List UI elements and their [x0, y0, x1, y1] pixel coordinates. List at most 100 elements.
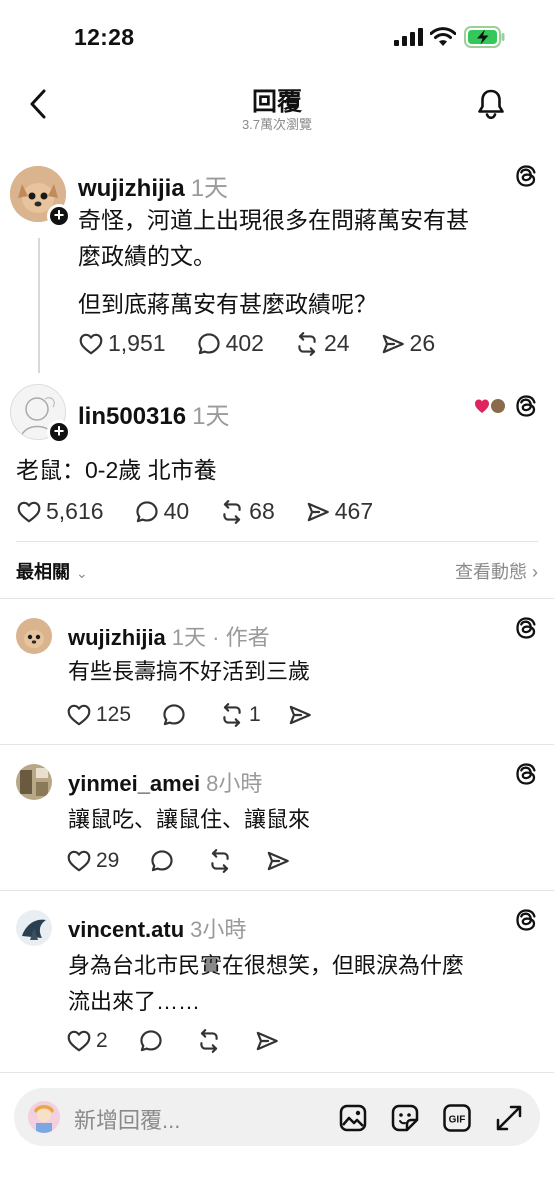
post-time: 1天 — [190, 175, 229, 202]
repost-button[interactable] — [196, 1028, 226, 1054]
repost-button[interactable]: 24 — [294, 330, 350, 357]
share-button[interactable] — [265, 848, 295, 874]
share-icon — [305, 499, 331, 525]
comment-author[interactable]: vincent.atu 3小時 — [68, 912, 246, 944]
post-time: 1天 — [192, 403, 230, 430]
username[interactable]: wujizhijia — [68, 625, 166, 650]
activity-label: 查看動態 — [454, 562, 527, 582]
user-avatar-icon — [28, 1101, 60, 1133]
sort-label: 最相關 — [16, 562, 70, 582]
repost-icon — [219, 499, 245, 525]
username[interactable]: wujizhijia — [78, 175, 185, 202]
gif-icon[interactable]: GIF — [442, 1103, 472, 1133]
comment-item: vincent.atu 3小時 身為台北市民實在很想笑，但眼淚為什麼 流出來了……… — [0, 898, 554, 1068]
heart-icon — [78, 331, 104, 357]
like-button[interactable]: 2 — [66, 1028, 108, 1054]
share-button[interactable]: 467 — [305, 498, 373, 525]
svg-text:GIF: GIF — [449, 1115, 466, 1126]
like-button[interactable]: 1,951 — [78, 330, 166, 357]
comment-author[interactable]: yinmei_amei 8小時 — [68, 766, 262, 798]
comment-button[interactable]: 402 — [196, 330, 264, 357]
comment-icon — [196, 331, 222, 357]
like-count: 29 — [96, 849, 120, 872]
top-nav: 回覆 3.7萬次瀏覽 — [0, 76, 554, 136]
username[interactable]: lin500316 — [78, 403, 186, 430]
avatar[interactable] — [16, 618, 52, 654]
follow-plus-button[interactable]: + — [47, 204, 71, 228]
repost-button[interactable]: 68 — [219, 498, 275, 525]
like-button[interactable]: 125 — [66, 702, 131, 728]
comment-count: 40 — [163, 498, 190, 524]
comment-text: 有些長壽搞不好活到三歲 — [68, 659, 311, 684]
username[interactable]: vincent.atu — [68, 917, 184, 942]
divider — [16, 541, 538, 542]
post-text-line: 但到底蔣萬安有甚麼政績呢？ — [78, 291, 377, 317]
reply-input-placeholder[interactable]: 新增回覆... — [74, 1103, 180, 1135]
comment-button[interactable]: 40 — [134, 498, 190, 525]
comment-text-line: 流出來了…… — [68, 989, 201, 1014]
repost-icon — [294, 331, 320, 357]
repost-count: 1 — [249, 703, 261, 726]
chevron-down-icon: ⌄ — [76, 565, 88, 581]
reply-author[interactable]: lin500316 1天 — [78, 396, 229, 431]
comment-icon — [161, 702, 187, 728]
repost-count: 68 — [249, 498, 275, 524]
chevron-right-icon: › — [532, 562, 538, 582]
comment-item: wujizhijia 1天 · 作者 有些長壽搞不好活到三歲 125 1 — [0, 606, 554, 744]
threads-logo-icon — [514, 908, 538, 932]
thread-connector — [38, 238, 40, 373]
comment-button[interactable] — [138, 1028, 168, 1054]
comment-icon — [149, 848, 175, 874]
comment-text: 讓鼠吃、讓鼠住、讓鼠來 — [68, 807, 311, 832]
repost-button[interactable]: 1 — [219, 702, 261, 728]
expand-icon[interactable] — [494, 1103, 524, 1133]
sort-dropdown[interactable]: 最相關 ⌄ — [16, 558, 88, 584]
post-text: 奇怪，河道上出現很多在問蔣萬安有甚 麼政績的文。 但到底蔣萬安有甚麼政績呢？ — [78, 202, 469, 322]
share-button[interactable] — [254, 1028, 284, 1054]
sort-row: 最相關 ⌄ 查看動態 › — [0, 552, 554, 588]
comment-text-line: 身為台北市民實在很想笑，但眼淚為什麼 — [68, 953, 465, 978]
status-time: 12:28 — [74, 24, 135, 50]
bell-icon[interactable] — [476, 88, 506, 120]
comment-meta: 8小時 — [206, 771, 263, 796]
share-icon — [380, 331, 406, 357]
main-post: + wujizhijia 1天 奇怪，河道上出現很多在問蔣萬安有甚 麼政績的文。 … — [0, 160, 554, 375]
follow-plus-button[interactable]: + — [47, 420, 71, 444]
username[interactable]: yinmei_amei — [68, 771, 200, 796]
repost-count: 24 — [323, 330, 350, 356]
like-button[interactable]: 5,616 — [16, 498, 104, 525]
sticker-icon[interactable] — [390, 1103, 420, 1133]
comment-actions: 2 — [66, 1028, 314, 1054]
avatar[interactable] — [16, 764, 52, 800]
post-text-line: 麼政績的文。 — [78, 243, 216, 269]
share-button[interactable]: 26 — [380, 330, 436, 357]
post-author[interactable]: wujizhijia 1天 — [78, 168, 228, 203]
cellular-signal-icon — [394, 28, 423, 46]
threads-logo-icon — [514, 762, 538, 786]
like-button[interactable]: 29 — [66, 848, 119, 874]
comment-item: yinmei_amei 8小時 讓鼠吃、讓鼠住、讓鼠來 29 — [0, 752, 554, 890]
repost-button[interactable] — [207, 848, 237, 874]
image-icon[interactable] — [338, 1103, 368, 1133]
heart-icon — [16, 499, 42, 525]
post-actions: 1,951 402 24 26 — [78, 330, 465, 357]
liked-heart-icon — [475, 397, 507, 415]
comment-author[interactable]: wujizhijia 1天 · 作者 — [68, 620, 270, 652]
comment-button[interactable] — [149, 848, 179, 874]
like-count: 2 — [96, 1029, 108, 1052]
status-bar: 12:28 — [0, 0, 554, 70]
comment-text: 身為台北市民實在很想笑，但眼淚為什麼 流出來了…… — [68, 948, 464, 1020]
liked-by-indicator — [474, 396, 508, 416]
comment-count: 402 — [225, 330, 264, 356]
view-activity-link[interactable]: 查看動態 › — [455, 558, 538, 584]
comment-meta: 1天 · 作者 — [171, 625, 270, 650]
comment-button[interactable] — [161, 702, 191, 728]
share-button[interactable] — [287, 702, 317, 728]
avatar[interactable] — [16, 910, 52, 946]
share-count: 26 — [409, 330, 436, 356]
share-count: 467 — [334, 498, 374, 524]
view-count: 3.7萬次瀏覽 — [241, 117, 313, 132]
reply-composer[interactable]: 新增回覆... GIF — [14, 1088, 540, 1146]
like-count: 125 — [96, 703, 132, 726]
reply-post: + lin500316 1天 老鼠：0-2歲 北市養 5,616 40 68 46… — [0, 380, 554, 540]
